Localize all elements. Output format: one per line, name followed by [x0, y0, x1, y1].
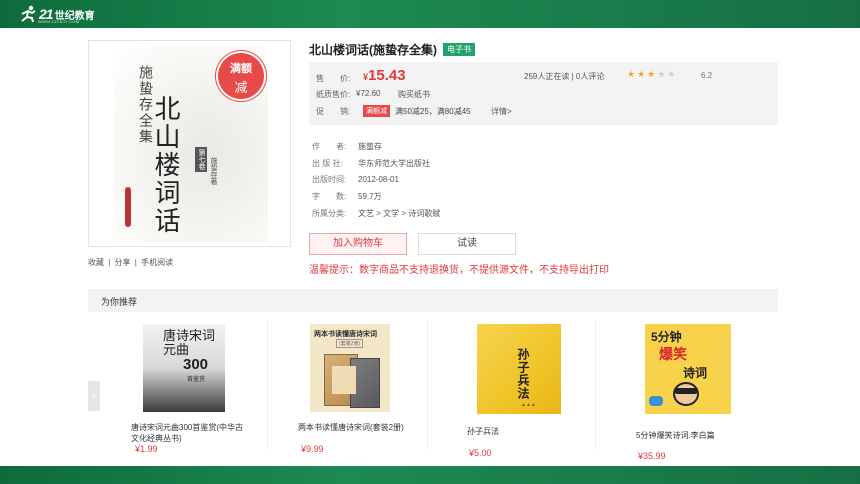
- recommend-cover[interactable]: 唐诗宋词元曲 300 首鉴赏: [143, 324, 225, 412]
- meta-key: 出版时间:: [312, 175, 347, 184]
- recommend-cover[interactable]: 孙子兵法 ▲▲▲: [477, 324, 561, 414]
- meta-value: 59.7万: [358, 192, 382, 201]
- price-label: 售 价:: [316, 74, 351, 83]
- price-value: ¥15.43: [363, 67, 406, 84]
- book-cover-frame: 施蛰存全集 北山楼词话 第七卷 施蛰存著 满额 减: [88, 40, 291, 247]
- meta-category: 所属分类: 文艺 > 文学 > 诗词歌赋: [312, 208, 440, 219]
- promo-badge-line1: 满额: [230, 63, 252, 75]
- meta-key: 作 者:: [312, 142, 347, 151]
- recommend-item[interactable]: 两本书读懂唐诗宋词 (套装2册) 两本书读懂唐诗宋词(套装2册) ¥9.99: [268, 320, 428, 460]
- recommend-name[interactable]: 孙子兵法: [467, 426, 577, 437]
- share-row: 收藏 | 分享 | 手机阅读: [88, 257, 175, 268]
- cover-number: 300: [183, 356, 209, 373]
- separator: |: [134, 258, 137, 267]
- recommend-cover[interactable]: 两本书读懂唐诗宋词 (套装2册): [310, 324, 390, 412]
- recommend-price: ¥35.99: [638, 451, 666, 461]
- recommend-price: ¥9.99: [301, 444, 324, 454]
- price-number: 15.43: [368, 67, 406, 84]
- ebook-tag: 电子书: [443, 43, 475, 56]
- recommend-item[interactable]: 5分钟 爆笑 诗词 5分钟爆笑诗词.李白篇 ¥35.99: [604, 320, 764, 461]
- book-box-image: [332, 366, 356, 394]
- meta-value[interactable]: 施蛰存: [358, 142, 382, 151]
- recommend-item[interactable]: 唐诗宋词元曲 300 首鉴赏 唐诗宋词元曲300首鉴赏(中华古文化经典丛书) ¥…: [108, 320, 268, 460]
- cartoon-face-icon: [673, 382, 699, 406]
- warm-notice: 温馨提示：数字商品不支持退换货，不提供源文件，不支持导出打印: [309, 265, 609, 276]
- promo-label: 促 销:: [316, 107, 351, 116]
- runner-logo-icon: [21, 5, 36, 23]
- mobile-read-link[interactable]: 手机阅读: [141, 258, 173, 267]
- publisher-mark-icon: ▲▲▲: [521, 402, 536, 408]
- meta-value: 2012-08-01: [358, 175, 399, 184]
- promo-tag: 满额减: [363, 105, 390, 117]
- item-divider: [427, 320, 428, 450]
- recommend-price: ¥5.00: [469, 448, 492, 458]
- add-to-cart-button[interactable]: 加入购物车: [309, 233, 407, 255]
- sunglasses-icon: [675, 388, 697, 394]
- buy-paper-link[interactable]: 购买纸书: [398, 89, 430, 100]
- logo-url: WWW.21CNJY.COM: [38, 19, 80, 24]
- promo-badge: 满额 减: [218, 53, 264, 99]
- cover-title: 5分钟: [651, 330, 682, 344]
- cover-title: 孙子兵法: [516, 348, 530, 400]
- cover-title: 诗词: [683, 366, 708, 380]
- trial-read-button[interactable]: 试读: [418, 233, 516, 255]
- recommend-title: 为你推荐: [101, 297, 138, 307]
- book-title-row: 北山楼词话(施蛰存全集) 电子书: [309, 41, 475, 58]
- star-filled-icon: ★★★: [627, 69, 658, 79]
- item-divider: [595, 320, 596, 450]
- meta-key: 字 数:: [312, 192, 347, 201]
- readers-count: 259人正在读 | 0人评论: [524, 72, 605, 81]
- promo-text: 满50减25，满80减45: [395, 107, 471, 116]
- promo-detail-link[interactable]: 详情>: [491, 106, 512, 117]
- top-bar: 21 世纪教育 WWW.21CNJY.COM: [0, 0, 860, 28]
- rating-stars: ★★★★★: [627, 69, 677, 80]
- cover-title: 两本书读懂唐诗宋词: [314, 331, 377, 338]
- meta-key: 所属分类:: [312, 209, 347, 218]
- meta-wordcount: 字 数: 59.7万: [312, 191, 382, 202]
- share-link[interactable]: 分享: [115, 258, 131, 267]
- recommend-cover[interactable]: 5分钟 爆笑 诗词: [645, 324, 731, 414]
- recommend-name[interactable]: 唐诗宋词元曲300首鉴赏(中华古文化经典丛书): [131, 422, 246, 444]
- meta-key: 出 版 社:: [312, 159, 343, 168]
- cover-main-title: 北山楼词话: [150, 95, 180, 235]
- cover-title: 唐诗宋词元曲: [163, 329, 216, 358]
- star-empty-icon: ★★: [657, 69, 678, 79]
- recommend-item[interactable]: 孙子兵法 ▲▲▲ 孙子兵法 ¥5.00: [436, 320, 596, 460]
- recommend-name[interactable]: 两本书读懂唐诗宋词(套装2册): [298, 422, 408, 433]
- cover-subtitle: (套装2册): [336, 339, 364, 348]
- meta-author: 作 者: 施蛰存: [312, 141, 382, 152]
- paper-price-label: 纸质售价:: [316, 90, 351, 99]
- promo-badge-line2: 减: [234, 81, 248, 96]
- meta-date: 出版时间: 2012-08-01: [312, 174, 399, 185]
- cover-volume: 第七卷: [195, 147, 207, 172]
- bottom-bar: [0, 466, 860, 484]
- meta-publisher: 出 版 社: 华东师范大学出版社: [312, 158, 430, 169]
- cover-subtitle: 首鉴赏: [187, 377, 206, 383]
- book-title: 北山楼词话(施蛰存全集): [309, 43, 437, 57]
- decoration-icon: [649, 396, 663, 406]
- paper-price-value: ¥72.60: [356, 89, 381, 98]
- meta-value[interactable]: 文艺 > 文学 > 诗词歌赋: [358, 209, 440, 218]
- price-panel: 售 价: ¥15.43 259人正在读 | 0人评论 ★★★★★ 6.2 纸质售…: [309, 62, 778, 125]
- publisher-seal: [125, 187, 131, 227]
- meta-value[interactable]: 华东师范大学出版社: [358, 159, 430, 168]
- separator: |: [108, 258, 111, 267]
- recommend-name[interactable]: 5分钟爆笑诗词.李白篇: [636, 430, 746, 441]
- carousel-prev-button[interactable]: ‹: [88, 381, 100, 411]
- cover-author: 施蛰存著: [210, 157, 217, 185]
- collect-link[interactable]: 收藏: [88, 258, 104, 267]
- recommend-price: ¥1.99: [135, 444, 158, 454]
- rating-score: 6.2: [701, 71, 713, 80]
- cover-title: 爆笑: [659, 346, 687, 362]
- recommend-header: 为你推荐: [88, 289, 778, 312]
